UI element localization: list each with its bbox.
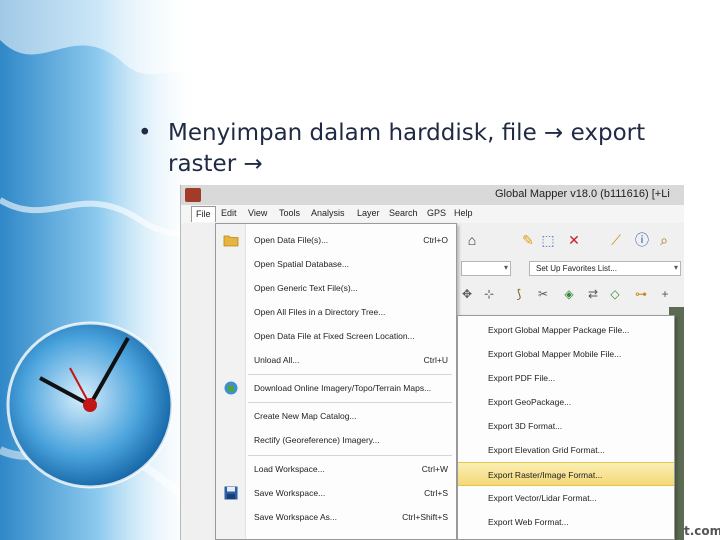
menu-item-open-spatial-database[interactable]: Open Spatial Database... [216, 253, 456, 275]
bullet-text: Menyimpan dalam harddisk, file → export … [168, 120, 646, 177]
menu-item-unload-all[interactable]: Unload All... Ctrl+U [216, 349, 456, 371]
export-item-web-format[interactable]: Export Web Format... [458, 510, 674, 534]
globe-icon [224, 381, 238, 395]
menu-edit[interactable]: Edit [221, 208, 237, 218]
favorites-select[interactable]: Set Up Favorites List... ▾ [529, 261, 681, 276]
export-item-pdf[interactable]: Export PDF File... [458, 366, 674, 390]
favorites-select-value: Set Up Favorites List... [536, 264, 617, 273]
export-submenu: Export Global Mapper Package File... Exp… [457, 315, 675, 540]
menu-separator [248, 455, 452, 456]
save-disk-icon [224, 486, 238, 500]
pan-icon[interactable]: ✥ [458, 285, 476, 303]
title-bar: Global Mapper v18.0 (b111616) [+Li [181, 185, 684, 205]
water-splash-art [0, 0, 200, 540]
folder-icon [223, 235, 239, 247]
main-toolbar: ▸ ⌂ ✎ ⬚ ✕ ⟋ ⓘ ⌕ [441, 225, 684, 255]
menu-item-load-workspace[interactable]: Load Workspace... Ctrl+W [216, 458, 456, 480]
menu-item-rectify-imagery[interactable]: Rectify (Georeference) Imagery... [216, 429, 456, 451]
menu-item-save-workspace-as[interactable]: Save Workspace As... Ctrl+Shift+S [216, 506, 456, 528]
measure-icon[interactable]: ⟋ [607, 231, 625, 249]
toolbar-row-3: ✥ ⊹ ⟆ ✂ ◈ ⇄ ◇ ⊶ + [456, 283, 684, 305]
app-icon [185, 188, 201, 202]
menu-gps[interactable]: GPS [427, 208, 446, 218]
move-icon[interactable]: ⇄ [584, 285, 602, 303]
toolbar-row-2: ▾ Set Up Favorites List... ▾ [461, 259, 684, 279]
menu-bar: File Edit View Tools Analysis Layer Sear… [181, 205, 684, 223]
menu-item-save-workspace[interactable]: Save Workspace... Ctrl+S [216, 482, 456, 504]
file-menu-dropdown: Open Data File(s)... Ctrl+O Open Spatial… [215, 223, 457, 540]
home-icon[interactable]: ⌂ [463, 231, 481, 249]
shape-icon[interactable]: ◇ [606, 285, 624, 303]
export-item-vector-lidar[interactable]: Export Vector/Lidar Format... [458, 486, 674, 510]
menu-search[interactable]: Search [389, 208, 418, 218]
menu-item-open-generic-text[interactable]: Open Generic Text File(s)... [216, 277, 456, 299]
chevron-down-icon: ▾ [503, 263, 508, 272]
feature-icon[interactable]: ◈ [560, 285, 578, 303]
vertex-icon[interactable]: ⊹ [480, 285, 498, 303]
bullet-dot: • [138, 120, 152, 146]
export-item-elevation-grid[interactable]: Export Elevation Grid Format... [458, 438, 674, 462]
export-item-3d-format[interactable]: Export 3D Format... [458, 414, 674, 438]
menu-item-open-fixed-location[interactable]: Open Data File at Fixed Screen Location.… [216, 325, 456, 347]
search-icon[interactable]: ⌕ [655, 231, 673, 249]
chevron-down-icon: ▾ [673, 263, 678, 272]
export-item-gm-package[interactable]: Export Global Mapper Package File... [458, 318, 674, 342]
menu-analysis[interactable]: Analysis [311, 208, 345, 218]
export-item-raster-image[interactable]: Export Raster/Image Format... [458, 462, 674, 486]
window-title: Global Mapper v18.0 (b111616) [+Li [495, 188, 670, 200]
select-icon[interactable]: ⬚ [539, 231, 557, 249]
menu-separator [248, 374, 452, 375]
export-item-gm-mobile[interactable]: Export Global Mapper Mobile File... [458, 342, 674, 366]
menu-separator [248, 402, 452, 403]
split-icon[interactable]: ✂ [534, 285, 552, 303]
info-icon[interactable]: ⓘ [633, 231, 651, 249]
watermark: t.com [684, 524, 720, 538]
global-mapper-window: Global Mapper v18.0 (b111616) [+Li File … [180, 185, 684, 540]
menu-view[interactable]: View [248, 208, 267, 218]
delete-icon[interactable]: ✕ [565, 231, 583, 249]
link-icon[interactable]: ⊶ [632, 285, 650, 303]
pencil-icon[interactable]: ✎ [519, 231, 537, 249]
menu-item-download-online[interactable]: Download Online Imagery/Topo/Terrain Map… [216, 377, 456, 399]
crosshair-icon[interactable]: + [656, 285, 674, 303]
export-item-geopackage[interactable]: Export GeoPackage... [458, 390, 674, 414]
layer-select[interactable]: ▾ [461, 261, 511, 276]
path-icon[interactable]: ⟆ [510, 285, 528, 303]
menu-item-create-map-catalog[interactable]: Create New Map Catalog... [216, 405, 456, 427]
menu-file[interactable]: File [191, 206, 216, 222]
decorative-background [0, 0, 200, 540]
menu-layer[interactable]: Layer [357, 208, 380, 218]
menu-item-open-data-file[interactable]: Open Data File(s)... Ctrl+O [216, 229, 456, 251]
menu-item-open-all-files[interactable]: Open All Files in a Directory Tree... [216, 301, 456, 323]
menu-tools[interactable]: Tools [279, 208, 300, 218]
menu-help[interactable]: Help [454, 208, 473, 218]
